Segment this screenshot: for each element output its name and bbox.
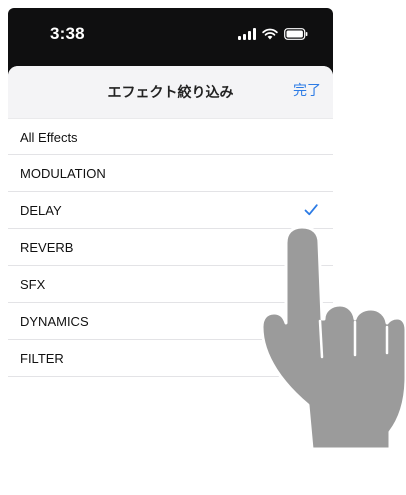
filter-item-delay[interactable]: DELAY (8, 192, 333, 229)
sheet-title: エフェクト絞り込み (107, 85, 234, 101)
filter-item-all-effects[interactable]: All Effects (8, 118, 333, 155)
pointing-hand-icon (262, 227, 406, 451)
filter-item-label: SFX (20, 277, 46, 292)
filter-item-label: MODULATION (20, 166, 106, 181)
filter-item-label: DYNAMICS (20, 314, 89, 329)
filter-item-label: REVERB (20, 240, 74, 255)
filter-item-label: DELAY (20, 203, 62, 218)
status-icons (238, 27, 308, 41)
checkmark-icon (304, 204, 318, 216)
filter-item-label: FILTER (20, 351, 64, 366)
sheet-header: エフェクト絞り込み 完了 (8, 66, 333, 118)
status-bar: 3:38 (8, 8, 333, 64)
filter-item-label: All Effects (20, 130, 78, 145)
done-button[interactable]: 完了 (293, 80, 321, 100)
filter-item-modulation[interactable]: MODULATION (8, 155, 333, 192)
battery-icon (284, 28, 308, 40)
status-time: 3:38 (50, 24, 85, 43)
wifi-icon (262, 28, 278, 40)
signal-icon (238, 28, 256, 40)
